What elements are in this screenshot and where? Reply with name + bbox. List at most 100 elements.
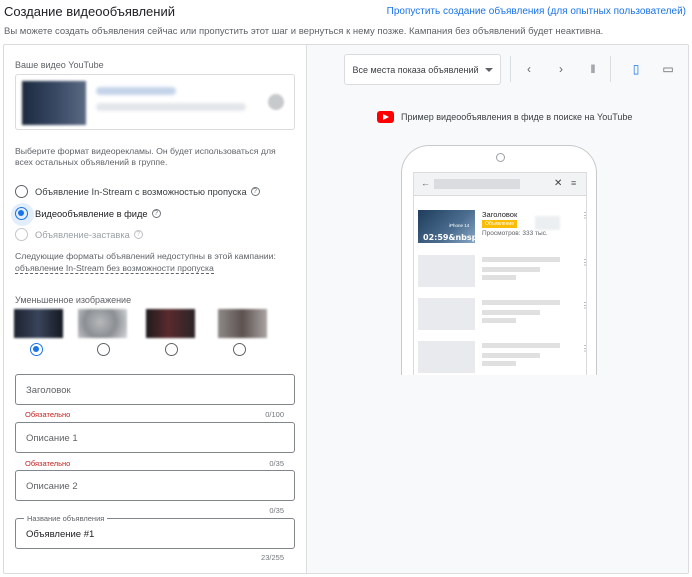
unavailable-formats-text: Следующие форматы объявлений недоступны … [15, 251, 276, 261]
ad-name-value: Объявление #1 [26, 529, 95, 540]
split-view-icon[interactable]: ‖ [585, 61, 601, 77]
help-icon[interactable]: ? [250, 187, 260, 196]
mobile-icon[interactable]: ▯ [628, 61, 644, 77]
description2-char-count: 0/35 [269, 506, 284, 515]
placeholder-line [482, 257, 560, 262]
ad-preview-row: iPhone 14 02:59&nbsp; Заголовок Объявлен… [418, 210, 589, 246]
format-option-in-feed[interactable]: Видеообъявление в фиде ? [11, 203, 161, 226]
description1-required-error: Обязательно [25, 459, 71, 468]
video-thumbnail [22, 81, 86, 125]
phone-mockup: ← ✕ ≡ iPhone 14 02:59&nbsp; Заголовок Об… [401, 145, 597, 375]
radio-button[interactable] [15, 185, 28, 198]
skip-ad-creation-link[interactable]: Пропустить создание объявления (для опыт… [387, 6, 686, 17]
unavailable-format-link[interactable]: объявление In-Stream без возможности про… [15, 263, 214, 274]
format-option-label: Объявление In-Stream с возможностью проп… [35, 186, 247, 197]
search-bar: ← ✕ ≡ [414, 173, 586, 196]
video-remove-icon[interactable] [268, 94, 284, 110]
headline-field[interactable]: Заголовок [15, 374, 295, 405]
thumbnail-radio[interactable] [233, 343, 246, 356]
placeholder-line [482, 267, 540, 272]
format-option-label: Объявление-заставка [35, 229, 130, 240]
ad-name-field[interactable]: Название объявления Объявление #1 [15, 514, 295, 549]
preview-title-text: Пример видеообъявления в фиде в поиске н… [401, 112, 633, 122]
more-vert-icon: ⋮ [581, 344, 589, 353]
ad-name-legend: Название объявления [24, 514, 108, 523]
description1-field[interactable]: Описание 1 [15, 422, 295, 453]
placement-dropdown[interactable]: Все места показа объявлений [344, 54, 501, 85]
ad-preview-title: Заголовок [482, 210, 518, 219]
thumbnail-radio[interactable] [165, 343, 178, 356]
close-icon: ✕ [554, 178, 563, 189]
help-icon: ? [133, 230, 143, 239]
ad-name-char-count: 23/255 [261, 553, 284, 562]
toolbar-divider [510, 56, 511, 82]
headline-required-error: Обязательно [25, 410, 71, 419]
camera-icon [496, 153, 505, 162]
video-label: Ваше видео YouTube [15, 60, 104, 70]
ad-preview-thumbnail: iPhone 14 02:59&nbsp; [418, 210, 481, 243]
thumbnail-option-3[interactable] [146, 309, 195, 338]
format-description: Выберите формат видеорекламы. Он будет и… [15, 146, 276, 167]
placeholder-line [482, 343, 560, 348]
help-icon[interactable]: ? [151, 209, 161, 218]
placeholder-row: ⋮ [418, 255, 589, 289]
unavailable-formats-note: Следующие форматы объявлений недоступны … [15, 250, 300, 274]
youtube-logo-icon [377, 111, 394, 123]
description1-placeholder: Описание 1 [26, 433, 78, 444]
placeholder-line [482, 275, 516, 280]
caret-down-icon [484, 67, 493, 72]
youtube-video-field[interactable] [15, 74, 295, 130]
thumbnail-option-1[interactable] [14, 309, 63, 338]
radio-button-selected[interactable] [11, 203, 34, 226]
headline-placeholder: Заголовок [26, 385, 71, 396]
placeholder-row: ⋮ [418, 341, 589, 375]
video-meta-blurred [96, 103, 246, 111]
radio-button-disabled [15, 228, 28, 241]
placeholder-thumbnail [418, 341, 475, 373]
description2-placeholder: Описание 2 [26, 481, 78, 492]
thumbnail-radio[interactable] [97, 343, 110, 356]
thumbnail-option-4[interactable] [218, 309, 267, 338]
filter-icon: ≡ [571, 178, 577, 188]
more-vert-icon: ⋮ [581, 211, 589, 220]
thumbnail-radio-selected[interactable] [30, 343, 43, 356]
thumbnail-option-2[interactable] [78, 309, 127, 338]
toolbar-divider [610, 56, 611, 82]
ad-thumb-label: iPhone 14 [449, 223, 470, 228]
placeholder-line [482, 300, 560, 305]
ad-badge: Объявление [482, 220, 517, 228]
ad-preview-views: Просмотров: 333 тыс. [482, 230, 548, 237]
placeholder-thumbnail [418, 298, 475, 330]
preview-title: Пример видеообъявления в фиде в поиске н… [377, 111, 632, 123]
video-title-blurred [96, 87, 176, 95]
phone-screen: ← ✕ ≡ iPhone 14 02:59&nbsp; Заголовок Об… [413, 172, 589, 375]
back-arrow-icon: ← [421, 178, 430, 188]
description2-field[interactable]: Описание 2 [15, 470, 295, 501]
more-vert-icon: ⋮ [581, 301, 589, 310]
more-vert-icon: ⋮ [581, 258, 589, 267]
format-option-label: Видеообъявление в фиде [35, 208, 148, 219]
placeholder-line [482, 361, 516, 366]
preview-panel: Все места показа объявлений ‹ › ‖ ▯ ▭ Пр… [307, 45, 688, 573]
placeholder-thumbnail [418, 255, 475, 287]
chevron-left-icon[interactable]: ‹ [521, 61, 537, 77]
headline-char-count: 0/100 [265, 410, 284, 419]
format-option-instream-skippable[interactable]: Объявление In-Stream с возможностью проп… [15, 185, 260, 198]
placeholder-line [482, 318, 516, 323]
thumbnail-label: Уменьшенное изображение [15, 295, 132, 305]
desktop-icon[interactable]: ▭ [660, 61, 676, 77]
placeholder-row: ⋮ [418, 298, 589, 332]
ad-preview-blurred [535, 216, 560, 230]
ad-form: Ваше видео YouTube Выберите формат видео… [4, 45, 307, 573]
page-title: Создание видеообъявлений [4, 4, 175, 19]
page-description: Вы можете создать объявления сейчас или … [4, 26, 604, 37]
ad-editor-panel: Ваше видео YouTube Выберите формат видео… [3, 44, 689, 574]
placeholder-line [482, 353, 540, 358]
ad-duration: 02:59&nbsp; [423, 233, 481, 242]
description1-char-count: 0/35 [269, 459, 284, 468]
format-option-bumper: Объявление-заставка ? [15, 228, 143, 241]
chevron-right-icon[interactable]: › [553, 61, 569, 77]
search-query-placeholder [434, 179, 520, 189]
placement-dropdown-label: Все места показа объявлений [352, 64, 479, 75]
placeholder-line [482, 310, 540, 315]
